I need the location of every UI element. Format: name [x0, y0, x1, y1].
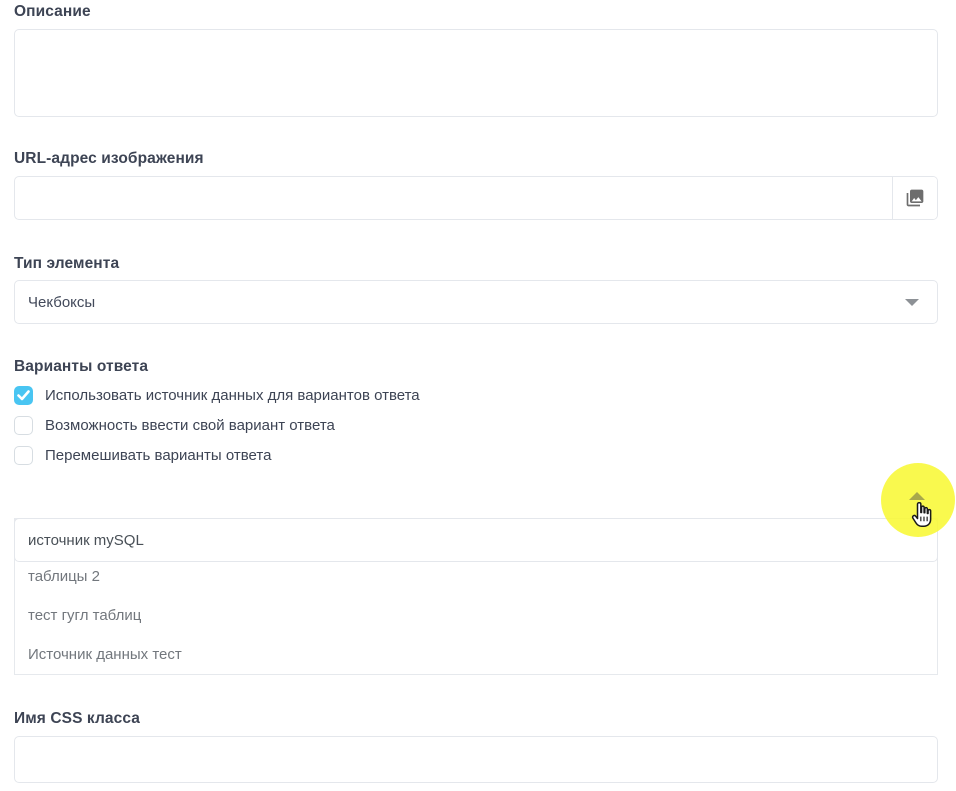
dropdown-option[interactable]: тест гугл таблиц	[15, 596, 937, 635]
element-type-label: Тип элемента	[14, 254, 119, 273]
data-source-value: источник mySQL	[28, 532, 144, 549]
chevron-up-icon	[909, 492, 925, 500]
checkbox-icon	[14, 386, 33, 405]
checkbox-icon	[14, 416, 33, 435]
checkbox-label: Возможность ввести свой вариант ответа	[45, 417, 335, 434]
css-class-label: Имя CSS класса	[14, 709, 140, 728]
image-picker-button[interactable]	[892, 177, 937, 219]
checkbox-shuffle-answers[interactable]: Перемешивать варианты ответа	[14, 444, 271, 467]
checkbox-label: Использовать источник данных для вариант…	[45, 387, 420, 404]
image-url-group	[14, 176, 938, 220]
checkbox-use-data-source[interactable]: Использовать источник данных для вариант…	[14, 384, 420, 407]
image-url-label: URL-адрес изображения	[14, 149, 204, 168]
data-source-select[interactable]: источник mySQL	[14, 518, 938, 562]
description-textarea[interactable]	[14, 29, 938, 117]
image-url-input[interactable]	[15, 177, 892, 219]
checkbox-label: Перемешивать варианты ответа	[45, 447, 271, 464]
chevron-down-icon	[905, 299, 919, 306]
css-class-group	[14, 736, 938, 783]
dropdown-option[interactable]: таблицы 2	[15, 557, 937, 596]
photo-library-icon	[905, 188, 925, 208]
css-class-input[interactable]	[15, 737, 937, 782]
dropdown-option[interactable]: Источник данных тест	[15, 635, 937, 674]
element-type-select[interactable]: Чекбоксы	[14, 280, 938, 324]
answer-options-label: Варианты ответа	[14, 357, 148, 376]
checkbox-icon	[14, 446, 33, 465]
description-label: Описание	[14, 2, 91, 21]
form-panel: Описание URL-адрес изображения Тип элеме…	[0, 0, 956, 791]
checkbox-custom-answer[interactable]: Возможность ввести свой вариант ответа	[14, 414, 335, 437]
element-type-value: Чекбоксы	[28, 294, 95, 311]
